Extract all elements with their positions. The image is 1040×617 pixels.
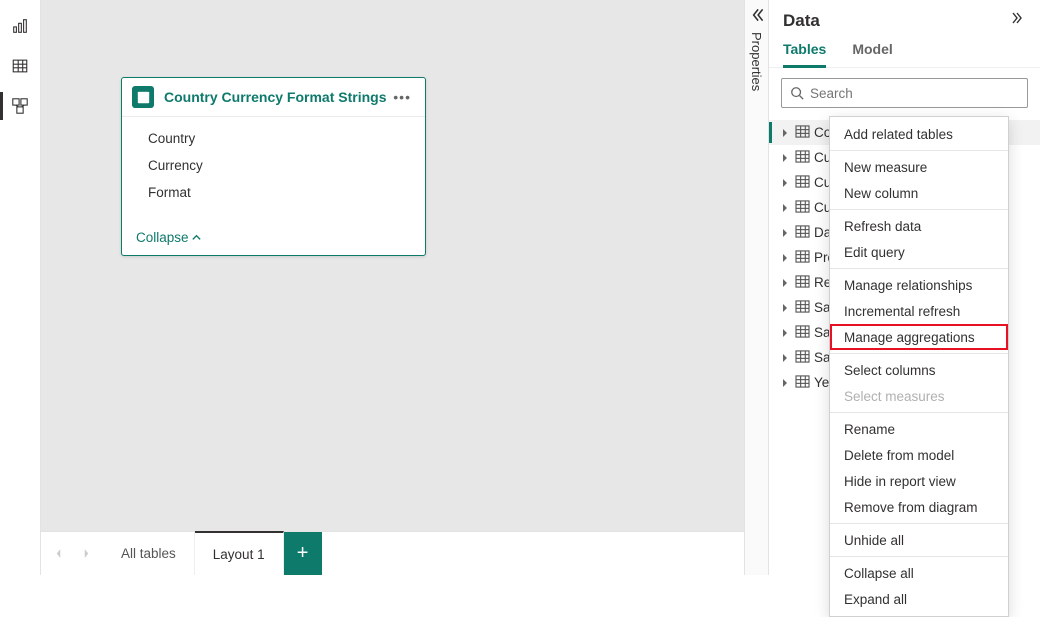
- table-card-title: Country Currency Format Strings: [164, 89, 389, 105]
- chevron-right-icon: [779, 352, 791, 364]
- diagram-surface[interactable]: Country Currency Format Strings ••• Coun…: [41, 0, 744, 531]
- chevron-right-icon: [779, 277, 791, 289]
- table-field-list: Country Currency Format: [122, 117, 425, 222]
- menu-item[interactable]: Edit query: [830, 239, 1008, 265]
- menu-separator: [830, 353, 1008, 354]
- data-tabs: Tables Model: [769, 33, 1040, 68]
- properties-label[interactable]: Properties: [749, 32, 764, 91]
- menu-separator: [830, 556, 1008, 557]
- tab-layout-1[interactable]: Layout 1: [195, 531, 284, 575]
- menu-item[interactable]: Select columns: [830, 357, 1008, 383]
- table-field[interactable]: Currency: [122, 152, 425, 179]
- menu-separator: [830, 150, 1008, 151]
- table-icon: [795, 225, 810, 241]
- table-icon: [795, 275, 810, 291]
- view-rail: [0, 0, 41, 575]
- menu-item[interactable]: Manage aggregations: [830, 324, 1008, 350]
- tab-model[interactable]: Model: [852, 41, 892, 67]
- menu-item: Select measures: [830, 383, 1008, 409]
- menu-item[interactable]: Incremental refresh: [830, 298, 1008, 324]
- collapse-button[interactable]: Collapse: [122, 222, 425, 255]
- data-panel-title: Data: [783, 11, 820, 31]
- chevron-right-icon: [779, 227, 791, 239]
- table-icon: [132, 86, 154, 108]
- menu-item[interactable]: Hide in report view: [830, 468, 1008, 494]
- menu-item[interactable]: Unhide all: [830, 527, 1008, 553]
- table-field[interactable]: Country: [122, 125, 425, 152]
- menu-item[interactable]: Delete from model: [830, 442, 1008, 468]
- table-icon: [795, 150, 810, 166]
- table-icon: [795, 325, 810, 341]
- search-icon: [790, 86, 804, 100]
- chevron-right-icon: [779, 127, 791, 139]
- context-menu: Add related tables New measureNew column R…: [829, 116, 1009, 617]
- search-input[interactable]: [810, 86, 1019, 101]
- menu-item[interactable]: Manage relationships: [830, 272, 1008, 298]
- table-icon: [795, 200, 810, 216]
- table-icon: [795, 300, 810, 316]
- menu-item[interactable]: New measure: [830, 154, 1008, 180]
- search-box[interactable]: [781, 78, 1028, 108]
- tab-nav: [41, 532, 103, 575]
- menu-item[interactable]: Expand all: [830, 586, 1008, 612]
- menu-item[interactable]: Collapse all: [830, 560, 1008, 586]
- report-view-button[interactable]: [0, 6, 40, 46]
- table-icon: [795, 175, 810, 191]
- tab-nav-next[interactable]: [73, 539, 99, 569]
- table-card-header[interactable]: Country Currency Format Strings •••: [122, 78, 425, 117]
- table-card[interactable]: Country Currency Format Strings ••• Coun…: [121, 77, 426, 256]
- layout-tabs-bar: All tables Layout 1 +: [41, 531, 744, 575]
- table-more-button[interactable]: •••: [389, 89, 415, 105]
- chevron-right-icon: [779, 302, 791, 314]
- chevron-right-icon: [779, 152, 791, 164]
- chevron-right-icon: [779, 177, 791, 189]
- add-tab-button[interactable]: +: [284, 532, 322, 575]
- data-panel: Data Tables Model Cou…Cur…Cur…Cus…Dat…Pr…: [769, 0, 1040, 575]
- menu-separator: [830, 268, 1008, 269]
- table-field[interactable]: Format: [122, 179, 425, 206]
- menu-item[interactable]: Rename: [830, 416, 1008, 442]
- menu-separator: [830, 412, 1008, 413]
- table-icon: [795, 350, 810, 366]
- menu-item[interactable]: Remove from diagram: [830, 494, 1008, 520]
- collapse-label: Collapse: [136, 230, 189, 245]
- menu-item[interactable]: Add related tables: [830, 121, 1008, 147]
- tab-all-tables[interactable]: All tables: [103, 532, 195, 575]
- tab-tables[interactable]: Tables: [783, 41, 826, 68]
- chevron-right-icon: [779, 327, 791, 339]
- table-icon: [795, 250, 810, 266]
- model-canvas: Country Currency Format Strings ••• Coun…: [41, 0, 744, 575]
- menu-separator: [830, 209, 1008, 210]
- chevron-right-icon: [779, 252, 791, 264]
- chevron-right-icon: [779, 377, 791, 389]
- properties-strip: Properties: [744, 0, 769, 575]
- menu-item[interactable]: New column: [830, 180, 1008, 206]
- chevron-right-icon: [779, 202, 791, 214]
- model-view-button[interactable]: [0, 86, 40, 126]
- properties-collapse-button[interactable]: [748, 6, 766, 24]
- data-expand-button[interactable]: [1010, 10, 1026, 31]
- menu-item[interactable]: Refresh data: [830, 213, 1008, 239]
- tab-nav-prev[interactable]: [45, 539, 71, 569]
- table-view-button[interactable]: [0, 46, 40, 86]
- table-icon: [795, 375, 810, 391]
- menu-separator: [830, 523, 1008, 524]
- table-icon: [795, 125, 810, 141]
- data-panel-header: Data: [769, 0, 1040, 33]
- chevron-up-icon: [191, 232, 202, 243]
